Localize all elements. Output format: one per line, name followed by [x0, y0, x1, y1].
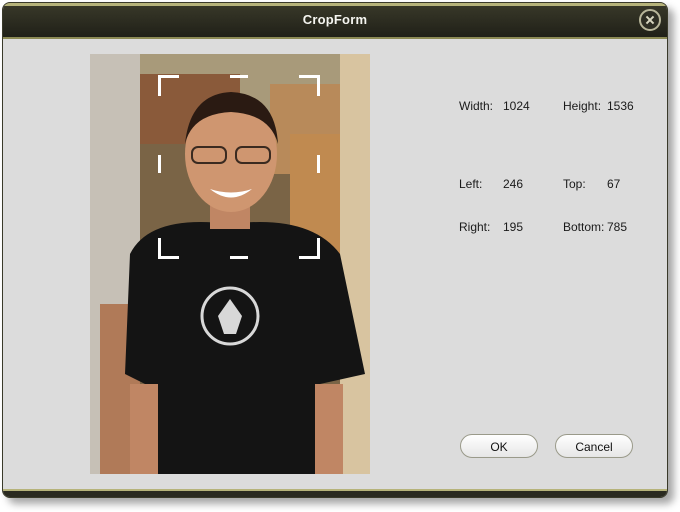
close-icon[interactable] [639, 9, 661, 31]
top-label: Top: [563, 177, 586, 191]
crop-handle-right[interactable] [314, 155, 320, 173]
window-bottom-bar [3, 489, 667, 497]
crop-handle-top-right[interactable] [299, 75, 320, 96]
ok-button[interactable]: OK [460, 434, 538, 458]
crop-handle-bottom-right[interactable] [299, 238, 320, 259]
crop-form-window: CropForm Width: 1024 Height: 1536 Left: … [2, 2, 668, 498]
height-value: 1536 [607, 99, 634, 113]
right-label: Right: [459, 220, 491, 234]
crop-handle-left[interactable] [158, 155, 164, 173]
bottom-label: Bottom: [563, 220, 605, 234]
title-accent-line [3, 3, 667, 6]
left-label: Left: [459, 177, 483, 191]
width-value: 1024 [503, 99, 530, 113]
crop-handle-bottom-left[interactable] [158, 238, 179, 259]
crop-handle-top[interactable] [230, 75, 248, 96]
crop-handle-top-left[interactable] [158, 75, 179, 96]
title-bar[interactable]: CropForm [3, 3, 667, 39]
right-value: 195 [503, 220, 524, 234]
crop-handle-bottom[interactable] [230, 238, 248, 259]
window-title: CropForm [302, 12, 368, 27]
height-label: Height: [563, 99, 602, 113]
top-value: 67 [607, 177, 621, 191]
cancel-button[interactable]: Cancel [555, 434, 633, 458]
left-value: 246 [503, 177, 524, 191]
bottom-value: 785 [607, 220, 628, 234]
width-label: Width: [459, 99, 494, 113]
crop-frame[interactable] [158, 75, 320, 259]
